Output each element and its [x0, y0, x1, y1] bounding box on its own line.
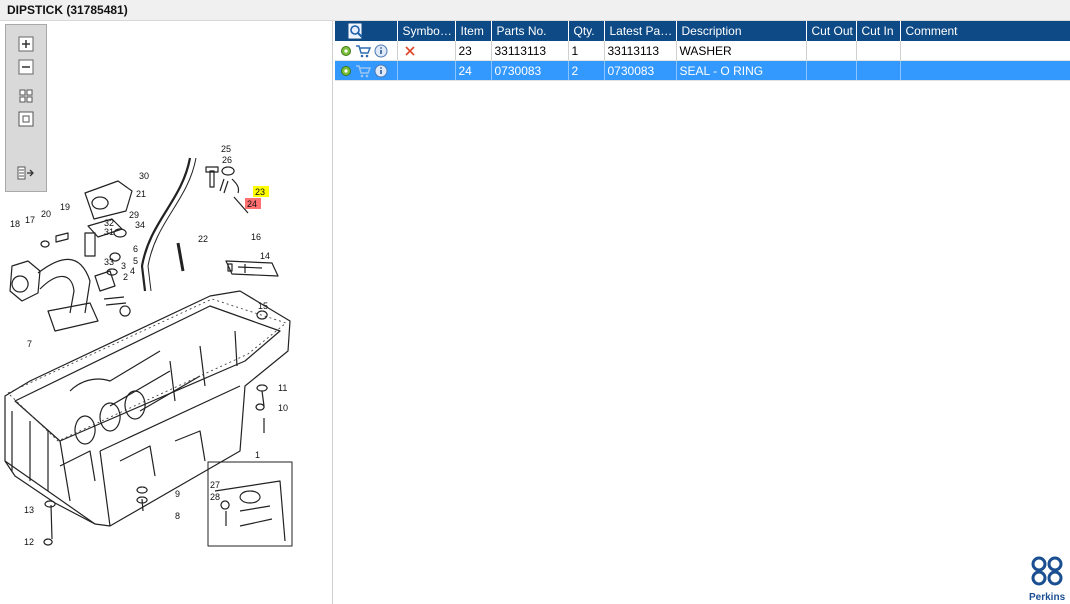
column-header-item[interactable]: Item	[455, 21, 492, 41]
description-cell: WASHER	[676, 41, 807, 61]
window-title: DIPSTICK (31785481)	[7, 3, 128, 17]
cut-in-cell	[856, 60, 901, 81]
shopping-cart-disabled-icon	[356, 64, 371, 77]
callout-27: 27	[210, 480, 220, 490]
column-header-parts-no[interactable]: Parts No.	[491, 21, 569, 41]
gear-icon[interactable]	[340, 65, 352, 77]
callout-12: 12	[24, 537, 34, 547]
table-header-row: Symbol(s) Item Parts No. Qty. Latest Par…	[335, 21, 1070, 41]
gear-icon[interactable]	[340, 45, 352, 57]
callout-2: 2	[123, 272, 128, 282]
column-header-comment[interactable]: Comment	[900, 21, 1070, 41]
callout-30: 30	[139, 171, 149, 181]
part-no-cell: 0730083	[491, 60, 569, 81]
table-row[interactable]: 23 33113113 1 33113113 WASHER	[335, 41, 1070, 61]
callout-9: 9	[175, 489, 180, 499]
item-cell: 23	[455, 41, 492, 61]
callout-29: 29	[129, 210, 139, 220]
cut-in-cell	[856, 41, 901, 61]
callout-7: 7	[27, 339, 32, 349]
description-cell: SEAL - O RING	[676, 60, 807, 81]
column-header-actions[interactable]	[335, 21, 398, 41]
exploded-parts-drawing[interactable]: 25 26 23 24 30 21 19 20 17 18 32 31 29 3…	[0, 21, 332, 604]
table-row-selected[interactable]: 24 0730083 2 0730083 SEAL - O RING	[335, 60, 1070, 81]
remove-x-icon	[404, 46, 415, 56]
info-icon[interactable]	[374, 44, 388, 58]
callout-16: 16	[251, 232, 261, 242]
brand-name: Perkins	[1029, 592, 1066, 603]
row-actions-cell	[335, 41, 398, 61]
callout-25: 25	[221, 144, 231, 154]
exploded-diagram-pane[interactable]: 25 26 23 24 30 21 19 20 17 18 32 31 29 3…	[0, 21, 333, 604]
comment-cell	[900, 60, 1070, 81]
search-parts-icon	[348, 23, 363, 39]
cut-out-cell	[806, 41, 857, 61]
symbol-cell	[397, 41, 456, 61]
item-cell: 24	[455, 60, 492, 81]
qty-cell: 1	[568, 41, 605, 61]
callout-28: 28	[210, 492, 220, 502]
qty-cell: 2	[568, 60, 605, 81]
callout-10: 10	[278, 403, 288, 413]
window-titlebar: DIPSTICK (31785481)	[0, 0, 1070, 21]
shopping-cart-icon[interactable]	[355, 44, 371, 58]
callout-18: 18	[10, 219, 20, 229]
parts-list-pane: Symbol(s) Item Parts No. Qty. Latest Par…	[334, 21, 1070, 604]
symbol-cell	[397, 60, 456, 81]
comment-cell	[900, 41, 1070, 61]
callout-14: 14	[260, 251, 270, 261]
parts-table: Symbol(s) Item Parts No. Qty. Latest Par…	[335, 21, 1070, 81]
column-header-symbols[interactable]: Symbol(s)	[397, 21, 456, 41]
callout-17: 17	[25, 215, 35, 225]
callout-19: 19	[60, 202, 70, 212]
latest-part-cell: 33113113	[604, 41, 677, 61]
callout-6: 6	[133, 244, 138, 254]
callout-34: 34	[135, 220, 145, 230]
part-no-cell: 33113113	[491, 41, 569, 61]
callout-24: 24	[247, 199, 257, 209]
callout-26: 26	[222, 155, 232, 165]
info-icon[interactable]	[374, 64, 388, 78]
callout-23: 23	[255, 187, 265, 197]
column-header-qty[interactable]: Qty.	[568, 21, 605, 41]
callout-8: 8	[175, 511, 180, 521]
callout-13: 13	[24, 505, 34, 515]
callout-15: 15	[258, 301, 268, 311]
column-header-cut-out[interactable]: Cut Out	[806, 21, 857, 41]
callout-5: 5	[133, 256, 138, 266]
callout-11: 11	[278, 383, 287, 393]
callout-22: 22	[198, 234, 208, 244]
callout-33: 33	[104, 257, 114, 267]
callout-21: 21	[136, 189, 146, 199]
callout-4: 4	[130, 266, 135, 276]
column-header-description[interactable]: Description	[676, 21, 807, 41]
cut-out-cell	[806, 60, 857, 81]
callout-3: 3	[121, 261, 126, 271]
callout-1: 1	[255, 450, 260, 460]
column-header-latest-part[interactable]: Latest Part...	[604, 21, 677, 41]
column-header-cut-in[interactable]: Cut In	[856, 21, 901, 41]
latest-part-cell: 0730083	[604, 60, 677, 81]
callout-31: 31	[104, 227, 114, 237]
callout-20: 20	[41, 209, 51, 219]
row-actions-cell	[335, 60, 398, 81]
